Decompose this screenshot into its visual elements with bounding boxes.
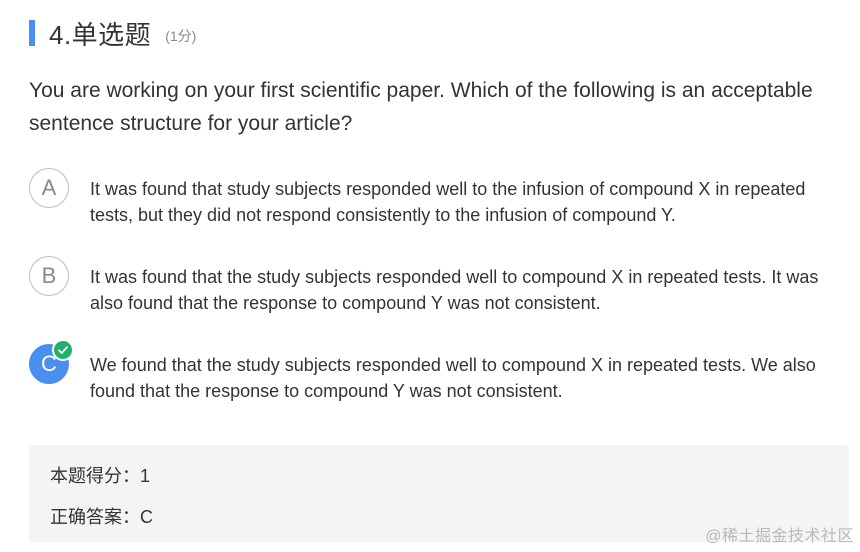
question-score-note: (1分) (165, 28, 197, 44)
option-b-circle[interactable]: B (29, 256, 69, 296)
option-c-text: We found that the study subjects respond… (90, 355, 816, 401)
question-title: 4.单选题 (49, 19, 152, 50)
option-a-letter: A (41, 175, 57, 200)
question-text: You are working on your first scientific… (29, 79, 813, 135)
check-icon (52, 339, 74, 361)
correct-answer-line: 正确答案：C (50, 507, 153, 527)
watermark: @稀土掘金技术社区 (705, 528, 854, 545)
option-c[interactable]: C We found that the study subjects respo… (29, 339, 839, 404)
quiz-page: 4.单选题 (1分) You are working on your first… (0, 0, 860, 552)
option-b[interactable]: B It was found that the study subjects r… (29, 256, 839, 316)
option-c-circle[interactable]: C (29, 339, 74, 384)
question-header: 4.单选题 (1分) (29, 16, 196, 50)
option-a[interactable]: A It was found that study subjects respo… (29, 168, 839, 228)
option-a-circle[interactable]: A (29, 168, 69, 208)
option-b-letter: B (41, 263, 57, 288)
score-line: 本题得分：1 (50, 466, 151, 486)
option-a-text: It was found that study subjects respond… (90, 179, 806, 225)
option-b-text: It was found that the study subjects res… (90, 267, 819, 313)
accent-bar (29, 20, 35, 46)
